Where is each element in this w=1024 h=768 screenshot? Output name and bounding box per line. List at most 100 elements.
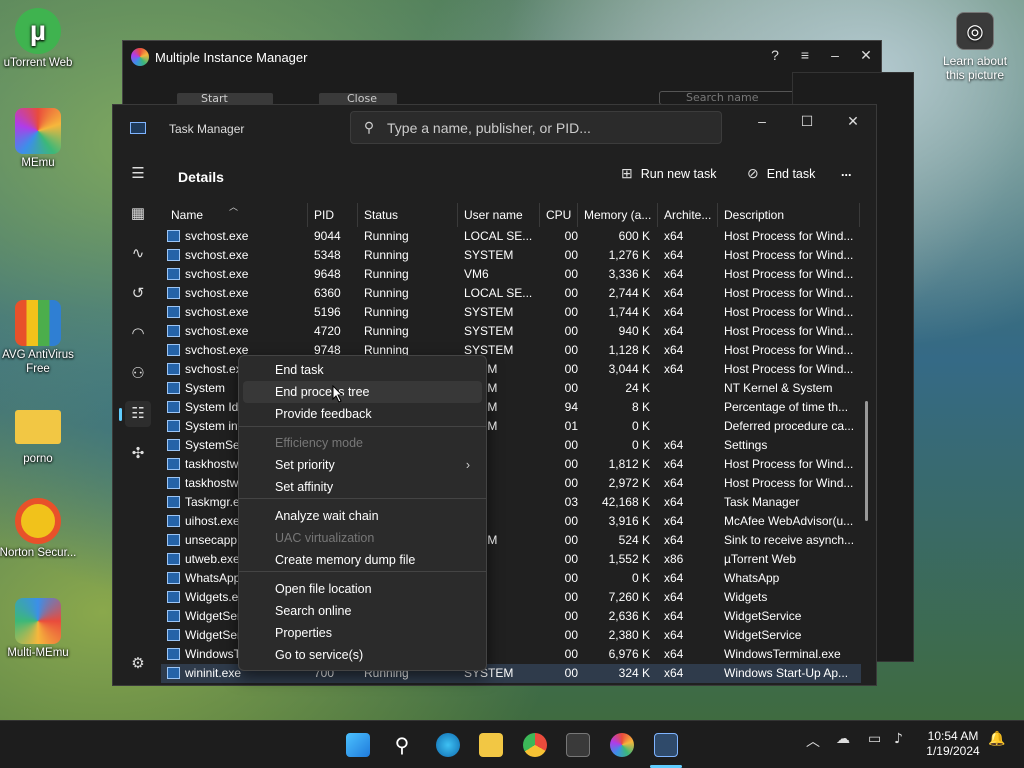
settings-gear-icon[interactable]: ⚙: [125, 651, 151, 677]
desktop-icon-utorrent[interactable]: µ uTorrent Web: [0, 8, 78, 70]
menu-item-end-task[interactable]: End task: [243, 359, 482, 381]
menu-item-search-online[interactable]: Search online: [243, 600, 482, 622]
menu-item-set-affinity[interactable]: Set affinity: [243, 476, 482, 498]
run-task-icon: ⊞: [621, 165, 633, 181]
task-manager-taskbar-icon[interactable]: [654, 733, 678, 757]
nav-rail: ☰ ▦ ∿ ↺ ◠ ⚇ ☷ ✣ ⚙: [113, 151, 161, 687]
file-explorer-icon[interactable]: [479, 733, 503, 757]
clock[interactable]: 10:54 AM 1/19/2024: [918, 729, 988, 759]
process-icon: [167, 648, 180, 660]
learn-about-picture[interactable]: ◎ Learn about this picture: [940, 12, 1010, 82]
memu-taskbar-icon[interactable]: [610, 733, 634, 757]
users-icon[interactable]: ⚇: [125, 361, 151, 387]
cell-mem: 3,336 K: [608, 267, 650, 281]
mim-search-input[interactable]: Search name: [659, 91, 813, 105]
cell-cpu: 00: [564, 305, 578, 319]
run-new-task-button[interactable]: ⊞ Run new task: [621, 165, 716, 182]
end-task-button[interactable]: ⊘ End task: [747, 165, 815, 182]
cell-arch: x64: [664, 324, 684, 338]
menu-icon[interactable]: ≡: [795, 47, 815, 63]
notification-bell-icon[interactable]: 🔔: [988, 731, 1005, 747]
menu-item-provide-feedback[interactable]: Provide feedback: [243, 403, 482, 425]
cell-arch: x64: [664, 666, 684, 680]
menu-separator: [239, 498, 486, 499]
cell-cpu: 00: [564, 514, 578, 528]
edge-icon[interactable]: [436, 733, 460, 757]
column-header-description[interactable]: Description: [718, 203, 860, 227]
memu-logo-icon: [131, 48, 149, 66]
scrollbar[interactable]: [865, 401, 868, 521]
run-new-task-label: Run new task: [640, 166, 717, 181]
desktop-icon-memu[interactable]: MEmu: [0, 108, 78, 170]
help-icon[interactable]: ?: [765, 47, 785, 63]
menu-item-end-process-tree[interactable]: End process tree: [243, 381, 482, 403]
network-icon[interactable]: ▭: [868, 731, 881, 747]
desktop-icon-multi-memu[interactable]: Multi-MEmu: [0, 598, 78, 660]
more-options-button[interactable]: ...: [841, 165, 851, 179]
desktop-icon-avg[interactable]: AVG AntiVirus Free: [0, 300, 78, 376]
details-icon[interactable]: ☷: [119, 401, 151, 427]
maximize-icon[interactable]: ☐: [797, 113, 817, 130]
process-icon: [167, 249, 180, 261]
process-icon: [167, 325, 180, 337]
performance-icon[interactable]: ∿: [125, 241, 151, 267]
menu-item-properties[interactable]: Properties: [243, 622, 482, 644]
cell-desc: Host Process for Wind...: [724, 457, 854, 471]
minimize-icon[interactable]: –: [825, 47, 845, 63]
services-icon[interactable]: ✣: [125, 441, 151, 467]
processes-icon[interactable]: ▦: [125, 201, 151, 227]
search-icon[interactable]: ⚲: [390, 733, 414, 757]
menu-item-create-memory-dump-file[interactable]: Create memory dump file: [243, 549, 482, 571]
close-icon[interactable]: ✕: [843, 113, 863, 130]
terminal-icon[interactable]: [566, 733, 590, 757]
menu-item-go-to-service-s[interactable]: Go to service(s): [243, 644, 482, 666]
table-row[interactable]: svchost.exe 9044 Running LOCAL SE... 00 600 K…: [161, 227, 861, 246]
close-icon[interactable]: ✕: [856, 47, 876, 64]
cell-arch: x64: [664, 476, 684, 490]
menu-item-analyze-wait-chain[interactable]: Analyze wait chain: [243, 505, 482, 527]
table-row[interactable]: svchost.exe 4720 Running SYSTEM 00 940 K x64 Ho…: [161, 322, 861, 341]
task-manager-window[interactable]: Task Manager ⚲ Type a name, publisher, o…: [112, 104, 877, 686]
menu-item-label: UAC virtualization: [275, 531, 375, 545]
cell-arch: x64: [664, 514, 684, 528]
process-icon: [167, 572, 180, 584]
cell-cpu: 00: [564, 438, 578, 452]
table-row[interactable]: svchost.exe 5196 Running SYSTEM 00 1,744 K x64…: [161, 303, 861, 322]
process-icon: [167, 496, 180, 508]
table-row[interactable]: svchost.exe 6360 Running LOCAL SE... 00 2,744…: [161, 284, 861, 303]
cell-user: SYSTEM: [464, 305, 514, 319]
column-header-architecture[interactable]: Archite...: [658, 203, 718, 227]
column-header-cpu[interactable]: CPU: [540, 203, 578, 227]
startup-apps-icon[interactable]: ◠: [125, 321, 151, 347]
column-label: Name: [171, 208, 204, 222]
cell-desc: Percentage of time th...: [724, 400, 849, 414]
cell-desc: Host Process for Wind...: [724, 248, 854, 262]
column-header-memory[interactable]: Memory (a...: [578, 203, 658, 227]
cell-desc: Host Process for Wind...: [724, 362, 854, 376]
table-row[interactable]: svchost.exe 9648 Running VM6 00 3,336 K x64 Hos…: [161, 265, 861, 284]
mim-titlebar[interactable]: Multiple Instance Manager ? ≡ – ✕: [123, 41, 881, 73]
column-header-username[interactable]: User name: [458, 203, 540, 227]
app-history-icon[interactable]: ↺: [125, 281, 151, 307]
norton-icon: [15, 498, 61, 544]
column-header-name[interactable]: Name ︿: [165, 203, 308, 227]
column-header-status[interactable]: Status: [358, 203, 458, 227]
start-windows-icon[interactable]: [346, 733, 370, 757]
minimize-icon[interactable]: –: [752, 113, 772, 129]
desktop-icon-porno-folder[interactable]: porno: [0, 404, 78, 466]
hamburger-icon[interactable]: ☰: [125, 161, 151, 187]
desktop-icon-norton[interactable]: Norton Secur...: [0, 498, 78, 560]
volume-muted-icon[interactable]: ♪: [894, 731, 903, 747]
table-row[interactable]: svchost.exe 5348 Running SYSTEM 00 1,276 K x64…: [161, 246, 861, 265]
cloud-icon[interactable]: ☁: [836, 731, 850, 747]
chrome-icon[interactable]: [523, 733, 547, 757]
cell-mem: 524 K: [618, 533, 650, 547]
menu-item-set-priority[interactable]: Set priority ›: [243, 454, 482, 476]
tm-search-input[interactable]: ⚲ Type a name, publisher, or PID...: [350, 111, 722, 144]
menu-item-open-file-location[interactable]: Open file location: [243, 578, 482, 600]
chevron-up-icon[interactable]: ︿: [806, 731, 820, 751]
column-header-pid[interactable]: PID: [308, 203, 358, 227]
cell-mem: 8 K: [631, 400, 650, 414]
menu-item-label: Create memory dump file: [275, 553, 416, 567]
tm-titlebar[interactable]: Task Manager ⚲ Type a name, publisher, o…: [113, 105, 876, 151]
